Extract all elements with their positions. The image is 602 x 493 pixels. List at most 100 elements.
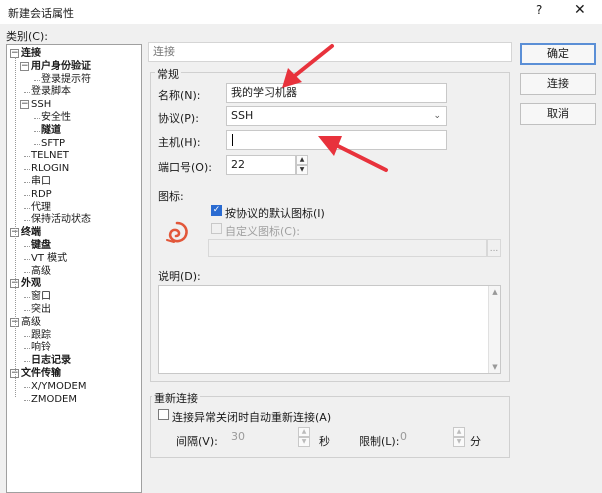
tree-expander-icon[interactable]: − (20, 61, 29, 71)
tree-item[interactable]: 键盘 (31, 239, 51, 252)
tree-item-label: 代理 (31, 201, 51, 213)
general-group-title: 常规 (155, 66, 181, 82)
port-label: 端口号(O): (158, 161, 212, 174)
spin-down-icon[interactable]: ▼ (453, 437, 465, 447)
tree-item-label: 保持活动状态 (31, 214, 91, 226)
limit-label: 限制(L): (359, 435, 400, 448)
port-spinner[interactable]: ▲ ▼ (296, 155, 308, 175)
tree-connector (34, 79, 40, 81)
tree-item-label: 登录脚本 (31, 86, 71, 98)
description-textarea[interactable]: ▲ ▼ (158, 285, 501, 374)
spin-up-icon[interactable]: ▲ (453, 427, 465, 437)
tree-item[interactable]: 高级 (31, 265, 51, 278)
tree-connector (34, 118, 40, 119)
name-label: 名称(N): (158, 89, 201, 102)
host-input[interactable] (226, 130, 447, 150)
tree-item-label: TELNET (31, 150, 69, 162)
tree-item[interactable]: 文件传输 (21, 367, 61, 380)
tree-connector (24, 182, 30, 183)
tree-item[interactable]: 窗口 (31, 290, 51, 303)
tree-connector (34, 143, 40, 145)
tree-item[interactable]: VT 模式 (31, 252, 67, 265)
tree-item[interactable]: 代理 (31, 201, 51, 214)
tree-item[interactable]: 保持活动状态 (31, 213, 91, 226)
tree-item-label: 突出 (31, 304, 51, 315)
interval-spinner[interactable]: ▲ ▼ (298, 427, 310, 447)
browse-button[interactable]: ... (487, 239, 501, 257)
tree-item-label: 响铃 (31, 342, 51, 354)
tree-item[interactable]: 突出 (31, 303, 51, 316)
ok-button[interactable]: 确定 (520, 43, 596, 65)
tree-connector (24, 220, 30, 222)
connect-button[interactable]: 连接 (520, 73, 596, 95)
scroll-down-icon[interactable]: ▼ (489, 361, 501, 373)
tree-item[interactable]: SSH (31, 98, 51, 111)
tree-item[interactable]: 高级 (21, 316, 41, 329)
default-icon-checkbox[interactable]: ✓ (211, 205, 222, 216)
reconnect-group-title: 重新连接 (152, 390, 200, 406)
tree-item-label: SSH (31, 99, 52, 111)
port-input[interactable]: 22 (226, 155, 296, 175)
limit-input[interactable]: 0 (395, 427, 451, 447)
interval-unit: 秒 (319, 435, 330, 448)
tree-item-label: 文件传输 (21, 368, 61, 379)
protocol-label: 协议(P): (158, 112, 199, 125)
tree-connector (15, 57, 16, 397)
tree-item[interactable]: ZMODEM (31, 393, 77, 406)
tree-item-label: VT 模式 (31, 252, 68, 264)
tree-item[interactable]: 串口 (31, 175, 51, 188)
custom-icon-path (208, 239, 487, 257)
spin-up-icon[interactable]: ▲ (296, 155, 308, 165)
category-tree[interactable]: 连接 − 用户身份验证 − 登录提示符 登录脚本 SSH − 安全性 隧道 SFTP TELNET RL… (6, 44, 142, 493)
tree-item[interactable]: 跟踪 (31, 329, 51, 342)
tree-item[interactable]: RLOGIN (31, 162, 69, 175)
tree-item[interactable]: 日志记录 (31, 354, 71, 367)
tree-item-label: 窗口 (31, 291, 51, 303)
tree-item-label: 外观 (21, 278, 41, 290)
tree-connector (24, 271, 30, 273)
scroll-up-icon[interactable]: ▲ (489, 286, 501, 298)
tree-item-label: RDP (31, 188, 52, 200)
spin-down-icon[interactable]: ▼ (296, 165, 308, 175)
interval-input[interactable]: 30 (226, 427, 296, 447)
custom-icon-checkbox[interactable] (211, 223, 222, 234)
tree-item-label: 用户身份验证 (31, 60, 91, 72)
tree-item-label: 日志记录 (31, 355, 71, 367)
tree-item[interactable]: 外观 (21, 277, 41, 290)
tree-item[interactable]: RDP (31, 188, 52, 201)
tree-connector (34, 130, 40, 132)
session-icon (166, 221, 188, 243)
tree-item[interactable]: 隧道 (41, 124, 61, 137)
tree-item-label: X/YMODEM (31, 380, 87, 392)
tree-item[interactable]: SFTP (41, 137, 65, 150)
protocol-value: SSH (231, 109, 254, 122)
cancel-button[interactable]: 取消 (520, 103, 596, 125)
protocol-select[interactable]: SSH ⌄ (226, 106, 447, 126)
limit-spinner[interactable]: ▲ ▼ (453, 427, 465, 447)
tree-connector (24, 194, 30, 196)
description-scrollbar[interactable]: ▲ ▼ (488, 286, 500, 373)
section-header: 连接 (148, 42, 512, 62)
tree-item[interactable]: X/YMODEM (31, 380, 86, 393)
tree-item[interactable]: 响铃 (31, 341, 51, 354)
tree-expander-icon[interactable]: − (20, 100, 29, 110)
tree-item-label: 串口 (31, 176, 51, 187)
help-icon[interactable]: ? (536, 3, 542, 17)
tree-connector (24, 258, 30, 260)
tree-item[interactable]: 登录提示符 (41, 73, 91, 86)
tree-item[interactable]: TELNET (31, 149, 69, 162)
tree-item-label: 键盘 (31, 240, 51, 251)
spin-down-icon[interactable]: ▼ (298, 437, 310, 447)
tree-item[interactable]: 登录脚本 (31, 85, 71, 98)
tree-item[interactable]: 安全性 (41, 111, 71, 124)
tree-item[interactable]: 终端 (21, 226, 41, 239)
auto-reconnect-checkbox[interactable] (158, 409, 169, 420)
close-icon[interactable]: ✕ (574, 2, 586, 18)
tree-connector (24, 399, 30, 401)
tree-item[interactable]: 连接 (21, 47, 41, 60)
spin-up-icon[interactable]: ▲ (298, 427, 310, 437)
default-icon-label: 按协议的默认图标(I) (225, 207, 325, 220)
name-input[interactable]: 我的学习机器 (226, 83, 447, 103)
tree-connector (24, 246, 30, 247)
tree-item[interactable]: 用户身份验证 (31, 60, 91, 73)
